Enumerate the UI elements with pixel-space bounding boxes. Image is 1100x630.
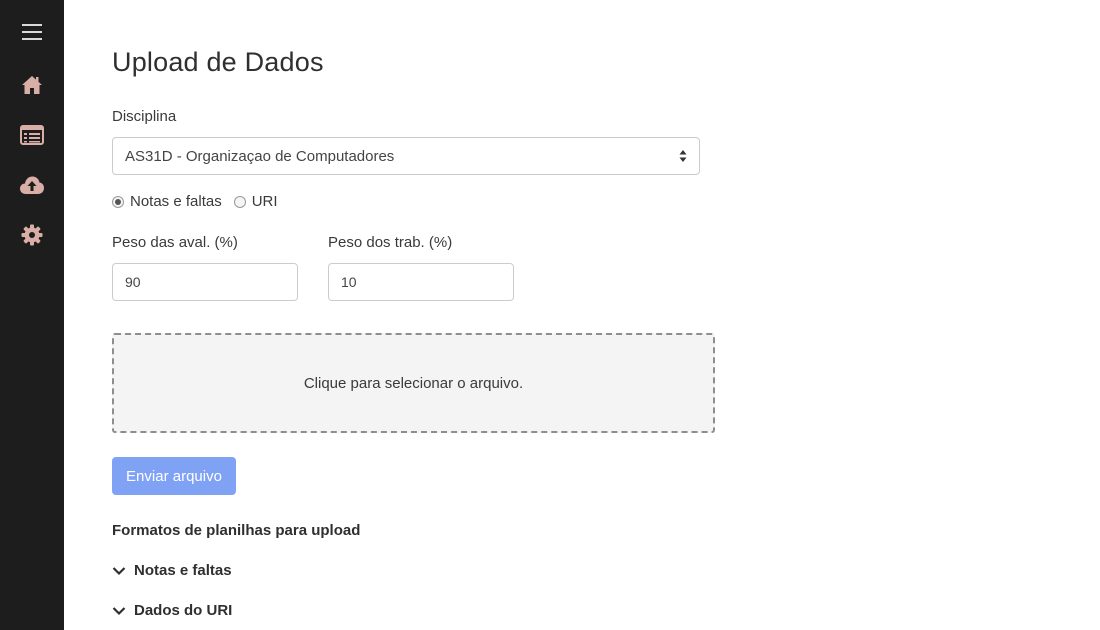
discipline-selected-value: AS31D - Organizaçao de Computadores [125, 147, 395, 165]
eval-weight-label: Peso das aval. (%) [112, 234, 238, 251]
menu-button[interactable] [16, 16, 48, 48]
sidebar-item-settings[interactable] [16, 219, 48, 251]
list-icon [20, 125, 44, 145]
work-weight-input[interactable] [328, 263, 514, 301]
page-title: Upload de Dados [112, 47, 324, 77]
discipline-select[interactable]: AS31D - Organizaçao de Computadores [112, 137, 700, 175]
collapse-notas-faltas[interactable]: Notas e faltas [112, 562, 232, 579]
radio-uri-label[interactable]: URI [252, 193, 278, 210]
eval-weight-input[interactable] [112, 263, 298, 301]
radio-uri[interactable] [233, 195, 246, 208]
work-weight-label: Peso dos trab. (%) [328, 234, 453, 251]
radio-notas-faltas-label[interactable]: Notas e faltas [130, 193, 222, 210]
select-arrows-icon [679, 150, 687, 162]
sidebar [0, 0, 64, 630]
upload-type-radio-group: Notas e faltas URI [112, 193, 290, 210]
discipline-label: Disciplina [112, 108, 177, 125]
dropzone-text: Clique para selecionar o arquivo. [303, 374, 524, 392]
file-dropzone[interactable]: Clique para selecionar o arquivo. [112, 333, 715, 433]
menu-icon [22, 24, 42, 40]
chevron-down-icon [112, 606, 126, 615]
collapse-dados-uri-label: Dados do URI [134, 602, 233, 619]
sidebar-item-list[interactable] [16, 119, 48, 151]
collapse-notas-faltas-label: Notas e faltas [134, 562, 232, 579]
home-icon [22, 76, 42, 94]
collapse-dados-uri[interactable]: Dados do URI [112, 602, 232, 619]
gear-icon [21, 224, 43, 246]
sidebar-item-upload[interactable] [16, 169, 48, 201]
send-file-button[interactable]: Enviar arquivo [112, 457, 236, 495]
main-content: Upload de Dados Disciplina AS31D - Organ… [112, 0, 1072, 630]
sidebar-item-home[interactable] [16, 69, 48, 101]
cloud-upload-icon [20, 176, 44, 194]
radio-notas-faltas[interactable] [112, 195, 124, 208]
formats-heading: Formatos de planilhas para upload [112, 522, 361, 539]
chevron-down-icon [112, 566, 126, 575]
